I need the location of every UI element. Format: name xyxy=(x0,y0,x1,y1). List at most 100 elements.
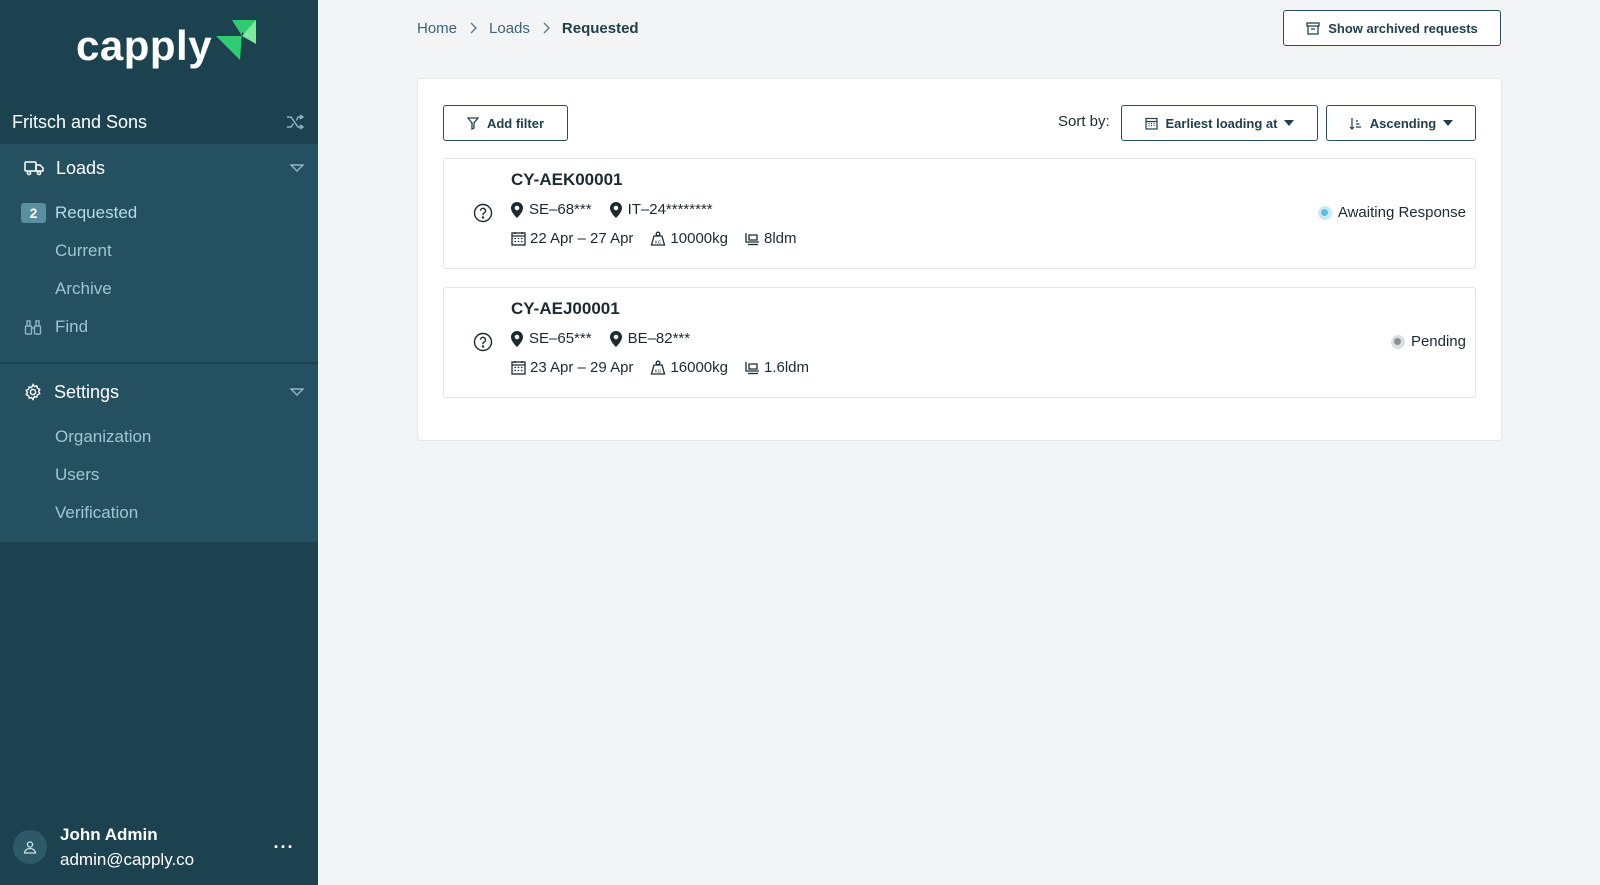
map-pin-icon xyxy=(511,330,523,347)
calendar-icon xyxy=(511,232,526,246)
settings-nav-label: Settings xyxy=(54,381,120,402)
binoculars-icon xyxy=(24,320,42,335)
pallet-icon xyxy=(745,232,759,245)
sort-direction-select[interactable]: Ascending xyxy=(1326,105,1476,141)
breadcrumb-loads[interactable]: Loads xyxy=(489,20,530,37)
sidebar-item-current[interactable]: Current xyxy=(0,232,318,270)
sort-by-label: Sort by: xyxy=(1058,113,1110,130)
svg-text:KG: KG xyxy=(655,240,662,245)
more-options-button[interactable]: ··· xyxy=(264,837,304,858)
organization-switcher[interactable]: Fritsch and Sons xyxy=(0,100,318,144)
svg-text:KG: KG xyxy=(655,369,662,374)
requested-count-badge: 2 xyxy=(21,203,46,223)
load-meta: 22 Apr – 27 Apr KG 10000kg 8ldm xyxy=(511,230,814,247)
sidebar-item-verification[interactable]: Verification xyxy=(0,494,318,532)
sort-direction-value: Ascending xyxy=(1369,115,1437,131)
status-label: Awaiting Response xyxy=(1337,204,1466,221)
caret-down-icon xyxy=(1284,120,1295,126)
breadcrumb-requested: Requested xyxy=(561,19,639,37)
map-pin-icon xyxy=(609,201,622,218)
sidebar-item-label: Current xyxy=(55,241,112,260)
load-dates: 23 Apr – 29 Apr xyxy=(530,359,634,376)
loads-nav-label: Loads xyxy=(56,157,106,178)
sidebar-item-label: Verification xyxy=(55,503,139,522)
map-pin-icon xyxy=(609,330,622,347)
load-destination: IT–24******** xyxy=(627,201,713,218)
sidebar: capply Fritsch and Sons Loads 2 Requeste… xyxy=(0,0,318,885)
archive-box-icon xyxy=(1306,21,1320,35)
load-route: SE–68*** IT–24******** xyxy=(511,201,731,218)
sidebar-item-organization[interactable]: Organization xyxy=(0,418,318,456)
calendar-icon xyxy=(511,361,526,375)
logo-wordmark: capply xyxy=(76,22,213,69)
avatar[interactable] xyxy=(13,830,47,864)
load-ldm: 1.6ldm xyxy=(763,359,810,376)
filter-icon xyxy=(466,116,479,130)
load-weight: 10000kg xyxy=(670,230,728,247)
requests-panel: Add filter Sort by: Earliest loading at … xyxy=(417,78,1502,441)
breadcrumb-home[interactable]: Home xyxy=(417,20,457,37)
sidebar-item-users[interactable]: Users xyxy=(0,456,318,494)
status-label: Pending xyxy=(1410,333,1466,350)
show-archived-label: Show archived requests xyxy=(1328,20,1478,36)
sidebar-item-label: Organization xyxy=(55,427,152,446)
user-email: admin@capply.co xyxy=(60,850,195,869)
chevron-down-icon xyxy=(290,388,304,396)
breadcrumb: Home Loads Requested xyxy=(417,16,639,40)
sidebar-item-label: Find xyxy=(55,317,89,336)
sidebar-item-requested[interactable]: 2 Requested xyxy=(0,194,318,232)
capply-logo[interactable]: capply xyxy=(76,16,258,76)
settings-nav-section: Settings Organization Users Verification xyxy=(0,364,318,542)
sort-field-value: Earliest loading at xyxy=(1165,115,1278,131)
load-ldm: 8ldm xyxy=(763,230,797,247)
question-circle-icon xyxy=(473,332,493,352)
load-card[interactable]: CY-AEK00001 SE–68*** IT–24******** 22 Ap… xyxy=(443,158,1476,269)
load-origin: SE–65*** xyxy=(529,330,592,347)
weight-icon: KG xyxy=(651,231,666,246)
sidebar-item-label: Archive xyxy=(55,279,112,298)
status-dot xyxy=(1317,205,1332,220)
settings-nav-header[interactable]: Settings xyxy=(0,368,318,416)
pallet-icon xyxy=(745,361,759,374)
add-filter-label: Add filter xyxy=(486,115,545,131)
load-destination: BE–82*** xyxy=(627,330,691,347)
chevron-right-icon xyxy=(469,22,478,34)
load-origin: SE–68*** xyxy=(529,201,592,218)
sort-ascending-icon xyxy=(1349,117,1361,130)
chevron-right-icon xyxy=(542,22,550,34)
user-icon xyxy=(23,841,37,854)
load-weight: 16000kg xyxy=(670,359,728,376)
sidebar-item-find[interactable]: Find xyxy=(0,308,318,346)
sidebar-item-archive[interactable]: Archive xyxy=(0,270,318,308)
gear-icon xyxy=(25,383,41,401)
chevron-down-icon xyxy=(290,164,304,172)
truck-icon xyxy=(24,161,44,176)
add-filter-button[interactable]: Add filter xyxy=(443,105,568,141)
sort-field-select[interactable]: Earliest loading at xyxy=(1121,105,1318,141)
weight-icon: KG xyxy=(651,360,666,375)
user-profile: John Admin admin@capply.co ··· xyxy=(0,809,318,885)
user-name: John Admin xyxy=(60,825,158,844)
sidebar-item-label: Users xyxy=(55,465,100,484)
load-route: SE–65*** BE–82*** xyxy=(511,330,708,347)
sidebar-item-label: Requested xyxy=(55,203,138,222)
load-reference: CY-AEK00001 xyxy=(511,170,623,189)
loads-nav-section: Loads 2 Requested Current Archive Find xyxy=(0,144,318,362)
load-card[interactable]: CY-AEJ00001 SE–65*** BE–82*** 23 Apr – 2… xyxy=(443,287,1476,398)
load-reference: CY-AEJ00001 xyxy=(511,299,620,318)
calendar-icon xyxy=(1144,117,1158,130)
map-pin-icon xyxy=(511,201,523,218)
question-circle-icon xyxy=(473,203,493,223)
load-dates: 22 Apr – 27 Apr xyxy=(530,230,634,247)
load-meta: 23 Apr – 29 Apr KG 16000kg 1.6ldm xyxy=(511,359,826,376)
organization-name: Fritsch and Sons xyxy=(12,111,148,132)
show-archived-button[interactable]: Show archived requests xyxy=(1283,10,1501,46)
caret-down-icon xyxy=(1443,120,1454,126)
status-badge: Awaiting Response xyxy=(1317,204,1466,221)
loads-nav-header[interactable]: Loads xyxy=(0,144,318,192)
user-info: John Admin admin@capply.co xyxy=(60,822,264,872)
shuffle-icon[interactable] xyxy=(284,111,306,133)
status-dot xyxy=(1390,334,1405,349)
logo-arrow-icon xyxy=(216,20,257,60)
status-badge: Pending xyxy=(1390,333,1466,350)
